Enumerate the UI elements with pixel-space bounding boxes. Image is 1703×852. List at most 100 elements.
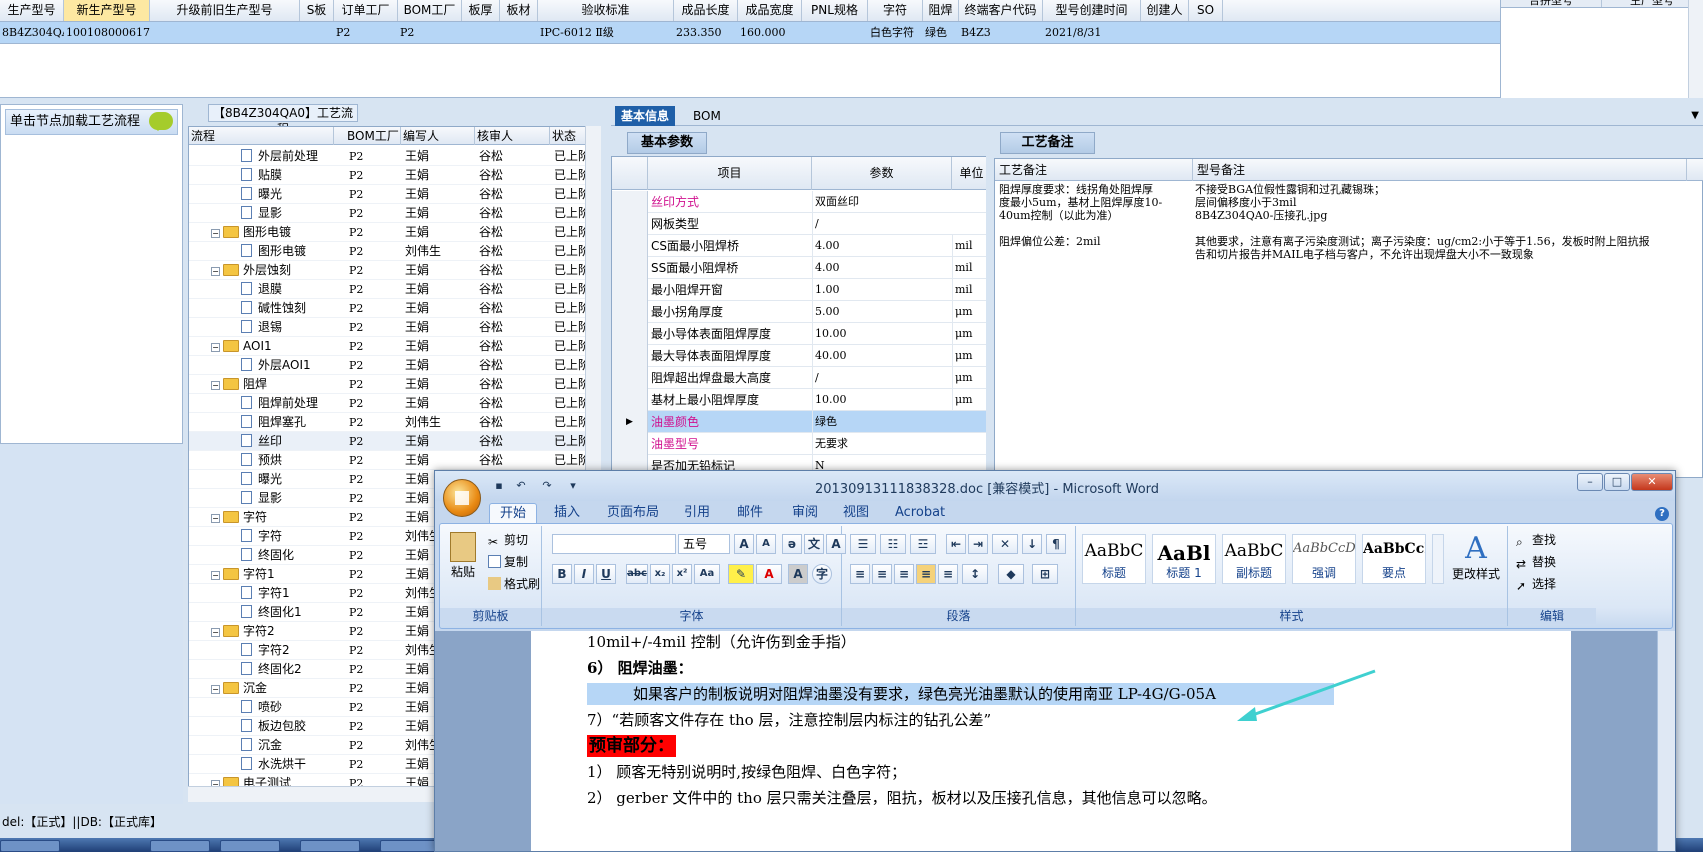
shrink-font-icon[interactable]: A <box>756 534 776 554</box>
cut-button[interactable]: ✂ 剪切 <box>488 532 528 549</box>
col-header[interactable]: 字符 <box>868 0 923 21</box>
tree-row[interactable]: 预烘 P2 王娟 谷松 已上阶 <box>189 451 590 470</box>
col-header[interactable]: 阻焊 <box>923 0 959 21</box>
grid-cell[interactable]: 160.000 <box>738 22 802 43</box>
param-row[interactable]: 阻焊超出焊盘最大高度 / μm <box>612 367 990 389</box>
phonetic-icon[interactable]: 文 <box>804 534 824 554</box>
minimize-button[interactable]: – <box>1577 473 1603 491</box>
param-value[interactable]: 10.00 <box>812 389 952 411</box>
borders-icon[interactable]: ⊞ <box>1032 564 1058 584</box>
col-header[interactable]: 成品宽度 <box>738 0 802 21</box>
doc-line[interactable]: 10mil+/-4mil 控制（允许伤到金手指） <box>587 631 856 653</box>
param-value[interactable]: 无要求 <box>812 433 952 455</box>
col-param[interactable]: 参数 <box>812 157 952 190</box>
align-center-icon[interactable]: ≡ <box>872 564 892 584</box>
process-flow-tab[interactable]: 【8B4Z304QA0】工艺流程 <box>208 104 358 136</box>
change-case-icon[interactable]: Aa <box>694 564 720 584</box>
format-painter-button[interactable]: 格式刷 <box>488 576 540 592</box>
change-styles-button[interactable]: A 更改样式 <box>1448 532 1504 582</box>
taskbar-button[interactable] <box>380 840 440 852</box>
col-header[interactable]: 生产型号 <box>0 0 64 21</box>
tree-row[interactable]: 外层AOI1 P2 王娟 谷松 已上阶 <box>189 356 590 375</box>
col-bom-factory[interactable]: BOM工厂 <box>345 127 401 145</box>
maximize-button[interactable]: □ <box>1604 473 1630 491</box>
col-header[interactable]: 成品长度 <box>674 0 738 21</box>
word-titlebar[interactable]: ▪ ↶ ↷ ▾ 20130913111838328.doc [兼容模式] - M… <box>435 471 1675 501</box>
line-spacing-icon[interactable]: ↕ <box>962 564 988 584</box>
col-header[interactable]: SO <box>1189 0 1223 21</box>
select-button[interactable]: ➚ 选择 <box>1516 576 1556 593</box>
undo-icon[interactable]: ↶ <box>513 479 529 493</box>
param-value[interactable]: / <box>812 367 952 389</box>
doc-heading[interactable]: 6） 阻焊油墨： <box>587 657 693 679</box>
tab-mailings[interactable]: 邮件 <box>737 503 763 523</box>
collapse-icon[interactable]: − <box>211 514 220 523</box>
office-button[interactable] <box>443 479 481 517</box>
top-grid-scrollbar[interactable] <box>1688 0 1703 98</box>
align-left-icon[interactable]: ≡ <box>850 564 870 584</box>
param-row[interactable]: 最小导体表面阻焊厚度 10.00 μm <box>612 323 990 345</box>
tree-row[interactable]: 碱性蚀刻 P2 王娟 谷松 已上阶 <box>189 299 590 318</box>
replace-button[interactable]: ⇄ 替换 <box>1516 554 1556 571</box>
tree-row[interactable]: − 外层蚀刻 P2 王娟 谷松 已上阶 <box>189 261 590 280</box>
collapse-icon[interactable]: − <box>211 229 220 238</box>
copy-button[interactable]: 复制 <box>488 554 528 570</box>
grid-cell[interactable] <box>1141 22 1189 43</box>
grid-cell[interactable] <box>500 22 538 43</box>
taskbar-button[interactable] <box>300 840 360 852</box>
param-row[interactable]: 油墨型号 无要求 <box>612 433 990 455</box>
tab-view[interactable]: 视图 <box>843 503 869 523</box>
close-button[interactable]: ✕ <box>1631 473 1673 491</box>
font-color-icon[interactable]: A <box>756 564 782 584</box>
col-reviewer[interactable]: 核审人 <box>475 127 550 145</box>
tree-row[interactable]: − AOI1 P2 王娟 谷松 已上阶 <box>189 337 590 356</box>
tree-row[interactable]: 外层前处理 P2 王娟 谷松 已上阶 <box>189 147 590 166</box>
col-header[interactable]: BOM工厂 <box>398 0 462 21</box>
grow-font-icon[interactable]: A <box>734 534 754 554</box>
param-row[interactable]: 最小阻焊开窗 1.00 mil <box>612 279 990 301</box>
col-header[interactable]: 验收标准 <box>538 0 674 21</box>
grid-cell[interactable] <box>300 22 334 43</box>
tab-acrobat[interactable]: Acrobat <box>895 503 945 523</box>
styles-scroll[interactable] <box>1432 534 1444 584</box>
doc-line[interactable]: 2） gerber 文件中的 tho 层只需关注叠层，阻抗，板材以及压接孔信息，… <box>587 787 1217 809</box>
param-value[interactable]: 4.00 <box>812 257 952 279</box>
help-icon[interactable]: ? <box>1655 507 1669 521</box>
model-grid-row[interactable]: 8B4Z304QA010010800061753P2P2IPC-6012 Ⅱ级2… <box>0 22 1500 44</box>
style-item[interactable]: AaBbCcD 要点 <box>1362 534 1426 584</box>
grid-cell[interactable] <box>1189 22 1223 43</box>
bold-icon[interactable]: B <box>552 564 572 584</box>
model-note-text[interactable]: 不接受BGA位假性露铜和过孔藏锡珠； 层间偏移度小于3mil 8B4Z304QA… <box>1195 183 1685 261</box>
save-icon[interactable]: ▪ <box>491 479 507 493</box>
col-model-note[interactable]: 型号备注 <box>1193 159 1687 181</box>
col-header[interactable]: S板 <box>300 0 334 21</box>
tab-home[interactable]: 开始 <box>489 503 538 523</box>
col-header[interactable]: 板材 <box>500 0 538 21</box>
tab-page-layout[interactable]: 页面布局 <box>607 503 659 523</box>
multilevel-list-icon[interactable]: ☲ <box>910 534 936 554</box>
chevron-down-icon[interactable]: ▼ <box>1691 110 1699 121</box>
tab-bom[interactable]: BOM <box>687 106 727 126</box>
param-row[interactable]: ▶ 油墨颜色 绿色 <box>612 411 990 433</box>
bullets-icon[interactable]: ☰ <box>850 534 876 554</box>
collapse-icon[interactable]: − <box>211 685 220 694</box>
param-value[interactable]: 40.00 <box>812 345 952 367</box>
param-value[interactable]: 双面丝印 <box>812 191 952 213</box>
justify-icon[interactable]: ≡ <box>916 564 936 584</box>
col-writer[interactable]: 编写人 <box>401 127 475 145</box>
param-value[interactable]: 10.00 <box>812 323 952 345</box>
param-row[interactable]: 丝印方式 双面丝印 <box>612 191 990 213</box>
param-value[interactable]: / <box>812 213 952 235</box>
decrease-indent-icon[interactable]: ⇤ <box>946 534 966 554</box>
grid-cell[interactable]: 233.350 <box>674 22 738 43</box>
char-shading-icon[interactable]: A <box>788 564 808 584</box>
tree-row[interactable]: 阻焊塞孔 P2 刘伟生 谷松 已上阶 <box>189 413 590 432</box>
grid-cell[interactable]: B4Z3 <box>959 22 1043 43</box>
col-header[interactable]: 升级前旧生产型号 <box>150 0 300 21</box>
font-size-select[interactable]: 五号 <box>678 534 730 554</box>
subscript-icon[interactable]: x₂ <box>650 564 670 584</box>
asian-layout-icon[interactable]: ✕ <box>992 534 1018 554</box>
param-row[interactable]: CS面最小阻焊桥 4.00 mil <box>612 235 990 257</box>
tree-row[interactable]: 退膜 P2 王娟 谷松 已上阶 <box>189 280 590 299</box>
splitter[interactable] <box>986 132 992 482</box>
